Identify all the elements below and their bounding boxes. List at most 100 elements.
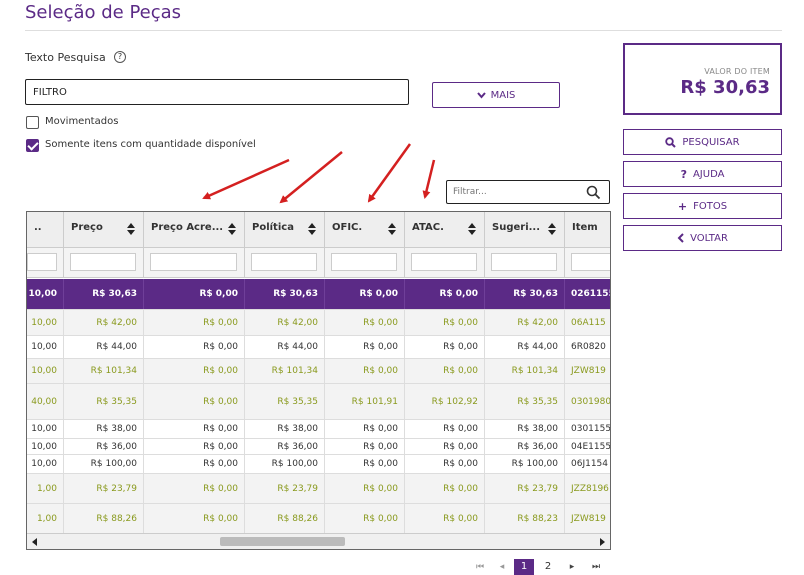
col-header-sugerido[interactable]: Sugeri... bbox=[485, 212, 565, 248]
cell-ofic: R$ 101,91 bbox=[325, 384, 405, 419]
col-filter-cell bbox=[144, 248, 245, 278]
cell-ofic: R$ 0,00 bbox=[325, 310, 405, 335]
voltar-label: VOLTAR bbox=[690, 232, 728, 244]
cell-politica: R$ 35,35 bbox=[245, 384, 325, 419]
cell-politica: R$ 88,26 bbox=[245, 504, 325, 533]
table-row[interactable]: 10,00 R$ 44,00 R$ 0,00 R$ 44,00 R$ 0,00 R$ 0,… bbox=[27, 336, 610, 359]
table-row[interactable]: 1,00 R$ 23,79 R$ 0,00 R$ 23,79 R$ 0,00 R$ 0,0… bbox=[27, 474, 610, 504]
table-row[interactable]: 40,00 R$ 35,35 R$ 0,00 R$ 35,35 R$ 101,91 R$ … bbox=[27, 384, 610, 420]
somente-disponivel-label: Somente itens com quantidade disponível bbox=[45, 139, 256, 150]
col-header-politica[interactable]: Política bbox=[245, 212, 325, 248]
table-row[interactable]: 10,00 R$ 100,00 R$ 0,00 R$ 100,00 R$ 0,00 R$ … bbox=[27, 455, 610, 474]
cell-qty: 10,00 bbox=[27, 455, 64, 473]
cell-politica: R$ 30,63 bbox=[245, 279, 325, 309]
cell-sugerido: R$ 42,00 bbox=[485, 310, 565, 335]
cell-politica: R$ 23,79 bbox=[245, 474, 325, 503]
cell-preco-acrescimo: R$ 0,00 bbox=[144, 310, 245, 335]
scroll-left-icon[interactable] bbox=[32, 538, 37, 546]
pesquisar-button[interactable]: PESQUISAR bbox=[623, 129, 782, 155]
cell-atac: R$ 0,00 bbox=[405, 420, 485, 438]
sort-icon[interactable] bbox=[308, 223, 316, 235]
horizontal-scrollbar[interactable] bbox=[27, 533, 610, 549]
table-row[interactable]: 10,00 R$ 42,00 R$ 0,00 R$ 42,00 R$ 0,00 R$ 0,… bbox=[27, 310, 610, 336]
cell-preco: R$ 42,00 bbox=[64, 310, 144, 335]
cell-qty: 1,00 bbox=[27, 474, 64, 503]
search-label: Texto Pesquisa bbox=[25, 51, 106, 64]
sort-icon[interactable] bbox=[228, 223, 236, 235]
cell-preco: R$ 30,63 bbox=[64, 279, 144, 309]
col-filter-cell bbox=[485, 248, 565, 278]
col-filter-input-atac[interactable] bbox=[411, 253, 477, 271]
col-filter-input-qty[interactable] bbox=[27, 253, 57, 271]
col-header-preco[interactable]: Preço bbox=[64, 212, 144, 248]
table-row[interactable]: 10,00 R$ 36,00 R$ 0,00 R$ 36,00 R$ 0,00 R$ 0,… bbox=[27, 439, 610, 455]
help-icon[interactable]: ? bbox=[114, 51, 126, 63]
search-input[interactable] bbox=[25, 79, 409, 105]
cell-politica: R$ 100,00 bbox=[245, 455, 325, 473]
grid-filter-row bbox=[27, 248, 610, 278]
search-icon[interactable] bbox=[586, 185, 601, 200]
col-filter-cell bbox=[405, 248, 485, 278]
col-header-preco-acrescimo[interactable]: Preço Acre... bbox=[144, 212, 245, 248]
cell-ofic: R$ 0,00 bbox=[325, 455, 405, 473]
table-row[interactable]: 1,00 R$ 88,26 R$ 0,00 R$ 88,26 R$ 0,00 R$ 0,0… bbox=[27, 504, 610, 534]
cell-preco-acrescimo: R$ 0,00 bbox=[144, 504, 245, 533]
col-header-qty[interactable]: .. bbox=[27, 212, 64, 248]
col-filter-input-sugerido[interactable] bbox=[491, 253, 557, 271]
cell-qty: 40,00 bbox=[27, 384, 64, 419]
sort-icon[interactable] bbox=[548, 223, 556, 235]
more-button-label: MAIS bbox=[490, 89, 516, 101]
cell-atac: R$ 0,00 bbox=[405, 474, 485, 503]
cell-item: 06J1154 bbox=[565, 455, 610, 473]
movimentados-label: Movimentados bbox=[45, 116, 119, 127]
col-header-item[interactable]: Item bbox=[565, 212, 610, 248]
grid-filter-input[interactable] bbox=[453, 185, 573, 199]
movimentados-checkbox[interactable] bbox=[26, 116, 39, 129]
parts-grid: .. Preço Preço Acre... Política OFIC. ATAC. Su… bbox=[26, 211, 611, 550]
table-row[interactable]: 10,00 R$ 38,00 R$ 0,00 R$ 38,00 R$ 0,00 R$ 0,… bbox=[27, 420, 610, 439]
table-row[interactable]: 10,00 R$ 101,34 R$ 0,00 R$ 101,34 R$ 0,00 R$ … bbox=[27, 359, 610, 384]
grid-filter[interactable] bbox=[446, 180, 610, 204]
col-filter-input-politica[interactable] bbox=[251, 253, 317, 271]
col-filter-input-preco-acrescimo[interactable] bbox=[150, 253, 237, 271]
fotos-button[interactable]: + FOTOS bbox=[623, 193, 782, 219]
page-title: Seleção de Peças bbox=[25, 2, 182, 23]
cell-sugerido: R$ 44,00 bbox=[485, 336, 565, 358]
annotation-arrow bbox=[422, 159, 436, 199]
col-header-label: Item bbox=[572, 222, 598, 233]
col-header-label: OFIC. bbox=[332, 222, 363, 233]
cell-politica: R$ 36,00 bbox=[245, 439, 325, 454]
ajuda-button[interactable]: ? AJUDA bbox=[623, 161, 782, 187]
voltar-button[interactable]: VOLTAR bbox=[623, 225, 782, 251]
cell-item: JZW819 bbox=[565, 504, 610, 533]
cell-preco: R$ 35,35 bbox=[64, 384, 144, 419]
more-button[interactable]: MAIS bbox=[432, 82, 560, 108]
cell-item: 6R0820 bbox=[565, 336, 610, 358]
cell-sugerido: R$ 100,00 bbox=[485, 455, 565, 473]
cell-item: JZZ8196 bbox=[565, 474, 610, 503]
col-filter-input-preco[interactable] bbox=[70, 253, 136, 271]
table-row[interactable]: 10,00 R$ 30,63 R$ 0,00 R$ 30,63 R$ 0,00 R$ 0,… bbox=[27, 279, 610, 310]
col-header-ofic[interactable]: OFIC. bbox=[325, 212, 405, 248]
scroll-right-icon[interactable] bbox=[600, 538, 605, 546]
cell-preco: R$ 101,34 bbox=[64, 359, 144, 383]
col-header-label: Preço Acre... bbox=[151, 222, 224, 233]
col-header-atac[interactable]: ATAC. bbox=[405, 212, 485, 248]
scroll-thumb[interactable] bbox=[220, 537, 345, 546]
cell-ofic: R$ 0,00 bbox=[325, 439, 405, 454]
sort-icon[interactable] bbox=[388, 223, 396, 235]
cell-preco-acrescimo: R$ 0,00 bbox=[144, 336, 245, 358]
cell-preco-acrescimo: R$ 0,00 bbox=[144, 455, 245, 473]
annotation-arrow bbox=[279, 151, 343, 204]
somente-disponivel-checkbox[interactable] bbox=[26, 139, 39, 152]
cell-preco: R$ 36,00 bbox=[64, 439, 144, 454]
sort-icon[interactable] bbox=[468, 223, 476, 235]
sort-icon[interactable] bbox=[127, 223, 135, 235]
annotation-arrow bbox=[367, 143, 412, 203]
cell-preco: R$ 23,79 bbox=[64, 474, 144, 503]
cell-atac: R$ 0,00 bbox=[405, 279, 485, 309]
cell-ofic: R$ 0,00 bbox=[325, 279, 405, 309]
col-filter-input-item[interactable] bbox=[571, 253, 610, 271]
col-filter-input-ofic[interactable] bbox=[331, 253, 397, 271]
chevron-left-icon bbox=[677, 233, 684, 243]
